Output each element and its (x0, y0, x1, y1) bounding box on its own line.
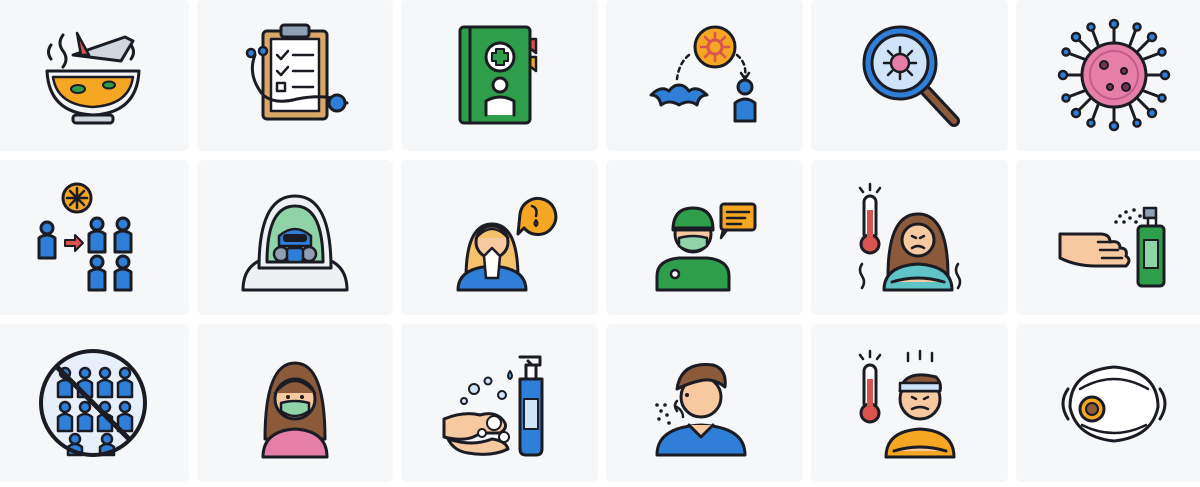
medical-checklist-icon (245, 23, 349, 121)
woman-mask-icon (261, 361, 329, 459)
hand-washing-soap-icon (442, 355, 543, 457)
soup-bowl-icon (45, 31, 140, 125)
sneezing-woman-icon (456, 196, 557, 291)
coronavirus-icon (1057, 18, 1171, 132)
fever-man-icon (858, 349, 955, 459)
tile-coughing-man[interactable] (606, 324, 803, 482)
icon-grid (0, 0, 1200, 486)
tile-sneezing-woman[interactable] (401, 160, 598, 315)
tile-no-crowd[interactable] (0, 324, 189, 482)
hazmat-suit-icon (241, 194, 349, 291)
tile-doctor-mask[interactable] (606, 160, 803, 315)
virus-spread-people-icon (37, 182, 132, 291)
tile-hand-sanitizer-spray[interactable] (1016, 160, 1200, 315)
tile-virus-magnifier[interactable] (811, 0, 1008, 151)
tile-soup-bowl[interactable] (0, 0, 189, 151)
doctor-mask-icon (655, 202, 756, 291)
tile-medical-book[interactable] (401, 0, 598, 151)
tile-hazmat-suit[interactable] (197, 160, 393, 315)
tile-fever-woman[interactable] (811, 160, 1008, 315)
tile-bat-virus-transmission[interactable] (606, 0, 803, 151)
n95-mask-icon (1061, 365, 1167, 443)
fever-woman-icon (858, 182, 961, 291)
hand-sanitizer-spray-icon (1058, 206, 1166, 287)
coughing-man-icon (654, 363, 746, 457)
tile-woman-mask[interactable] (197, 324, 393, 482)
tile-coronavirus[interactable] (1016, 0, 1200, 151)
no-crowd-icon (38, 349, 147, 457)
tile-hand-washing-soap[interactable] (401, 324, 598, 482)
virus-magnifier-icon (862, 25, 960, 127)
bat-virus-transmission-icon (649, 25, 756, 123)
tile-n95-mask[interactable] (1016, 324, 1200, 482)
tile-fever-man[interactable] (811, 324, 1008, 482)
tile-medical-checklist[interactable] (197, 0, 393, 151)
medical-book-icon (458, 25, 537, 125)
tile-virus-spread-people[interactable] (0, 160, 189, 315)
